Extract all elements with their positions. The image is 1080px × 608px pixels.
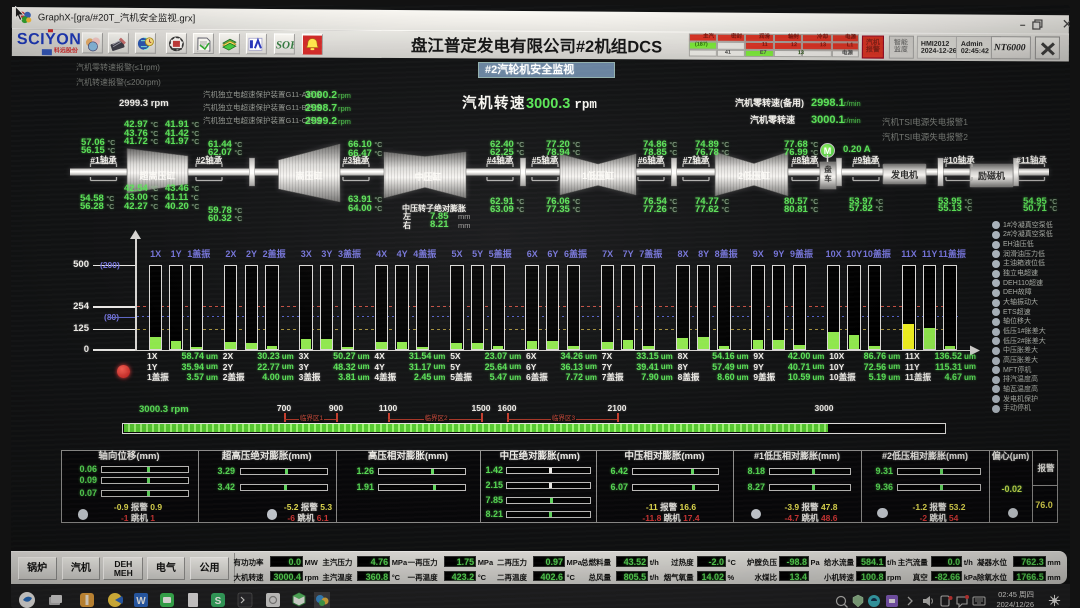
svg-text:励磁机: 励磁机 xyxy=(978,170,1005,181)
svg-text:S: S xyxy=(215,596,222,607)
svg-text:SOE: SOE xyxy=(275,38,293,50)
svg-text:发电机: 发电机 xyxy=(890,169,918,180)
svg-text:1低压缸: 1低压缸 xyxy=(582,170,614,181)
svg-text:超高压缸: 超高压缸 xyxy=(138,170,175,181)
svg-text:W: W xyxy=(136,596,146,607)
svg-text:盘: 盘 xyxy=(824,164,832,174)
svg-text:2低压缸: 2低压缸 xyxy=(738,170,770,181)
svg-text:高压缸: 高压缸 xyxy=(295,170,322,181)
svg-text:中压缸: 中压缸 xyxy=(414,171,441,182)
svg-text:车: 车 xyxy=(824,173,832,183)
